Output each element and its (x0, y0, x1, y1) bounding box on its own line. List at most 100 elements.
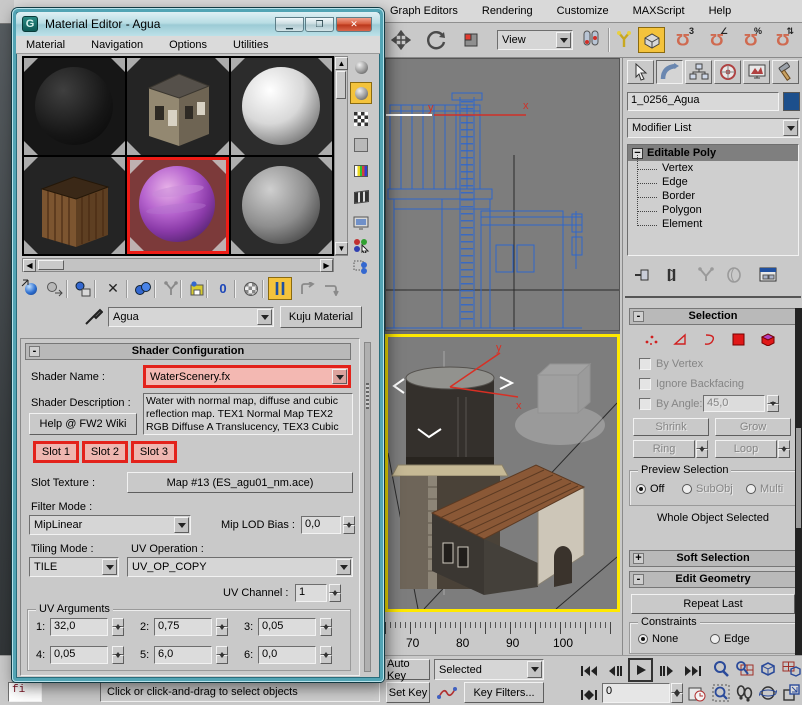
uv-arg3-field[interactable]: 0,05 (258, 618, 316, 636)
make-preview-icon[interactable] (350, 186, 372, 208)
scrollbar-thumb[interactable] (366, 383, 369, 409)
slot-dark-material[interactable] (24, 58, 125, 155)
dropdown-arrow-icon[interactable] (527, 661, 542, 678)
play-button[interactable] (628, 658, 653, 682)
slot2-tab[interactable]: Slot 2 (82, 441, 128, 463)
scrollbar-thumb[interactable] (796, 428, 801, 528)
show-end-result-icon[interactable] (268, 277, 292, 300)
select-by-material-icon[interactable] (350, 234, 372, 256)
filter-mode-dropdown[interactable]: MipLinear (29, 515, 191, 535)
material-editor-titlebar[interactable]: G Material Editor - Agua ▁ ❐ ✕ (16, 12, 380, 36)
select-rotate-icon[interactable] (426, 29, 448, 50)
dropdown-arrow-icon[interactable] (556, 32, 571, 48)
ignore-backfacing-checkbox[interactable]: Ignore Backfacing (639, 378, 744, 390)
preview-off-radio[interactable]: Off (636, 483, 664, 495)
edge-subobject-icon[interactable] (672, 332, 688, 346)
dropdown-arrow-icon[interactable] (102, 559, 117, 575)
reset-map-icon[interactable]: ✕ (102, 278, 124, 299)
mip-lod-bias-spinner[interactable] (343, 516, 355, 534)
region-zoom-icon[interactable] (710, 682, 732, 703)
uv-arg6-field[interactable]: 0,0 (258, 646, 316, 664)
minimize-button[interactable]: ▁ (275, 17, 304, 32)
slot-gray-material[interactable] (231, 157, 332, 254)
uv-operation-dropdown[interactable]: UV_OP_COPY (127, 557, 353, 577)
scroll-down-icon[interactable]: ▼ (335, 242, 348, 255)
slots-vertical-scrollbar[interactable]: ▲ ▼ (334, 56, 348, 256)
shader-name-dropdown[interactable]: WaterScenery.fx (143, 365, 351, 388)
slot3-tab[interactable]: Slot 3 (131, 441, 177, 463)
material-map-navigator-icon[interactable] (350, 256, 372, 278)
element-subobject-icon[interactable] (759, 332, 775, 346)
show-end-result-icon[interactable] (661, 264, 683, 285)
sample-type-icon[interactable] (350, 56, 372, 78)
dropdown-arrow-icon[interactable] (257, 309, 272, 325)
vertex-subobject-icon[interactable] (643, 332, 659, 346)
sample-uv-tiling-icon[interactable] (350, 134, 372, 156)
material-id-channel-icon[interactable]: 0 (212, 278, 234, 299)
pan-view-icon[interactable] (733, 682, 755, 703)
stack-item-vertex[interactable]: Vertex (628, 161, 798, 175)
assign-material-to-selection-icon[interactable] (72, 278, 94, 299)
uv-arg2-field[interactable]: 0,75 (154, 618, 212, 636)
shrink-button[interactable]: Shrink (633, 418, 709, 436)
by-angle-spinner[interactable] (767, 395, 779, 412)
command-panel-scrollbar[interactable] (795, 308, 802, 655)
key-filters-button[interactable]: Key Filters... (464, 682, 544, 703)
soft-selection-rollout-header[interactable]: Soft Selection (629, 550, 797, 567)
make-unique-icon[interactable] (695, 264, 717, 285)
object-name-field[interactable]: 1_0256_Agua (627, 92, 779, 111)
dropdown-arrow-icon[interactable] (174, 517, 189, 533)
scroll-left-icon[interactable]: ◀ (23, 259, 36, 272)
maxscript-mini-listener[interactable]: fi (8, 682, 42, 702)
use-pivot-center-icon[interactable] (580, 28, 602, 49)
select-and-manipulate-icon[interactable] (613, 29, 635, 50)
slot-white-material[interactable] (231, 58, 332, 155)
menu-options[interactable]: Options (169, 39, 207, 51)
modifier-list-dropdown[interactable]: Modifier List (627, 118, 800, 138)
scrollbar-thumb[interactable] (336, 71, 346, 99)
polygon-subobject-icon[interactable] (730, 332, 746, 346)
video-color-check-icon[interactable] (350, 160, 372, 182)
timeline-ruler[interactable] (385, 622, 615, 634)
menu-material[interactable]: Material (26, 39, 65, 51)
go-to-parent-icon[interactable] (296, 278, 318, 299)
stack-item-editable-poly[interactable]: − Editable Poly (628, 145, 798, 161)
dropdown-arrow-icon[interactable] (336, 559, 351, 575)
viewport-front-wireframe[interactable]: y x (385, 58, 620, 331)
menu-help[interactable]: Help (709, 5, 732, 17)
uv-arg4-field[interactable]: 0,05 (50, 646, 108, 664)
spinner-snap-icon[interactable]: Ω⇅ (772, 28, 794, 49)
by-angle-field[interactable]: 45,0 (703, 395, 765, 412)
slot-building-material[interactable] (127, 58, 228, 155)
grow-button[interactable]: Grow (715, 418, 791, 436)
dropdown-arrow-icon[interactable] (783, 120, 798, 136)
zoom-extents-all-icon[interactable] (780, 658, 802, 679)
zoom-all-icon[interactable] (733, 658, 755, 679)
help-fw2-wiki-button[interactable]: Help @ FW2 Wiki (29, 413, 137, 435)
preview-subobj-radio[interactable]: SubObj (682, 483, 733, 495)
tab-display[interactable] (743, 60, 770, 84)
tab-motion[interactable] (714, 60, 741, 84)
slot1-tab[interactable]: Slot 1 (33, 441, 79, 463)
frame-spinner[interactable] (671, 683, 683, 703)
scroll-up-icon[interactable]: ▲ (335, 57, 348, 70)
parameters-scrollbar[interactable] (364, 342, 371, 672)
tiling-mode-dropdown[interactable]: TILE (29, 557, 119, 577)
viewport-perspective-active[interactable]: y x (385, 334, 620, 612)
ring-button[interactable]: Ring (633, 440, 695, 458)
stack-item-element[interactable]: Element (628, 217, 798, 231)
uv-arg5-spinner[interactable] (216, 646, 228, 664)
angle-snap-icon[interactable]: Ω∠ (706, 28, 728, 49)
collapse-icon[interactable] (633, 574, 644, 585)
edit-geometry-rollout-header[interactable]: Edit Geometry (629, 571, 797, 588)
pick-material-from-object-icon[interactable] (82, 306, 104, 327)
key-mode-toggle-icon[interactable] (578, 684, 600, 705)
menu-graph-editors[interactable]: Graph Editors (390, 5, 458, 17)
set-key-button[interactable]: Set Key (386, 682, 430, 703)
menu-maxscript[interactable]: MAXScript (633, 5, 685, 17)
select-move-icon[interactable] (390, 29, 412, 50)
track-bar[interactable]: 70 80 90 100 (385, 612, 622, 655)
by-vertex-checkbox[interactable]: By Vertex (639, 358, 703, 370)
snaps-toggle-icon[interactable] (638, 27, 665, 53)
loop-spinner[interactable] (778, 440, 790, 458)
